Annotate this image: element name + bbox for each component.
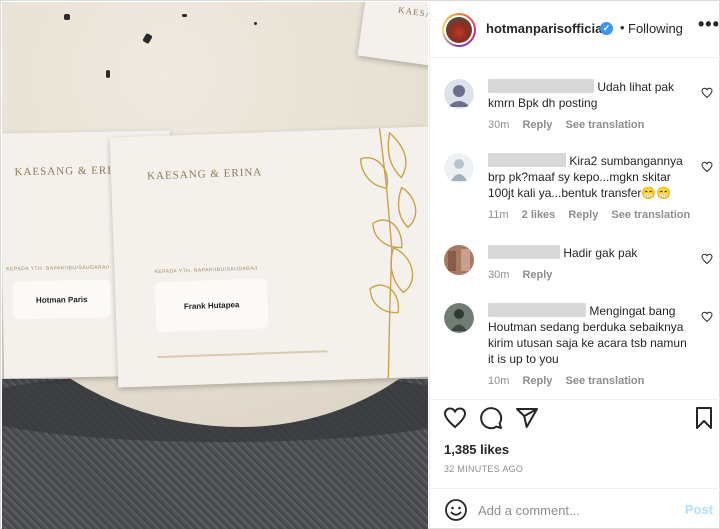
card-names: KAESANG & ERINA (146, 166, 263, 183)
post-photo[interactable]: KAESANG KAESANG & ERINA KEPADA YTH. BAPA… (2, 2, 428, 529)
comment-item: Hadir gak pak 30m Reply (430, 243, 720, 287)
comment-time: 30m (488, 269, 510, 281)
comment-meta: 30m Reply (488, 269, 562, 281)
header-separator: • (620, 20, 625, 35)
commenter-avatar[interactable] (444, 153, 474, 183)
more-options-icon[interactable]: ••• (698, 14, 720, 35)
card-kepada: KEPADA YTH. BAPAK/IBU/SAUDARA/I (6, 264, 110, 273)
comment-meta: 30m Reply See translation (488, 119, 654, 131)
blurred-username (488, 79, 594, 93)
heart-icon[interactable] (443, 406, 467, 430)
comment-item: Udah lihat pak kmrn Bpk dh posting 30m R… (430, 77, 720, 137)
comment-icon[interactable] (479, 406, 503, 430)
comment-item: Mengingat bang Houtman sedang berduka se… (430, 303, 720, 393)
gold-floral-icon (359, 128, 417, 379)
heart-icon[interactable] (701, 87, 713, 99)
card-recipient: Frank Hutapea (154, 278, 269, 333)
likes-count[interactable]: 1,385 likes (444, 442, 509, 457)
card-kepada: KEPADA YTH. BAPAK/IBU/SAUDARA/I (154, 265, 259, 276)
verified-badge-icon: ✓ (600, 22, 613, 35)
commenter-avatar[interactable] (444, 79, 474, 109)
commenter-avatar[interactable] (444, 303, 474, 333)
heart-icon[interactable] (701, 161, 713, 173)
card-footer-line (157, 350, 328, 359)
see-translation-button[interactable]: See translation (566, 119, 645, 131)
add-comment-bar: Post (430, 488, 720, 529)
blurred-username (488, 153, 566, 167)
action-bar (430, 399, 720, 437)
username-link[interactable]: hotmanparisofficial (486, 21, 606, 36)
blurred-username (488, 303, 586, 317)
comment-item: Kira2 sumbangannya brp pk?maaf sy kepo..… (430, 151, 720, 227)
reply-button[interactable]: Reply (522, 375, 552, 387)
reply-button[interactable]: Reply (522, 269, 552, 281)
comment-meta: 11m 2 likes Reply See translation (488, 209, 700, 221)
comment-time: 30m (488, 119, 510, 131)
see-translation-button[interactable]: See translation (566, 375, 645, 387)
invitation-card-main: KAESANG & ERINA KEPADA YTH. BAPAK/IBU/SA… (109, 126, 428, 388)
table-speck (182, 14, 187, 17)
instagram-post-frame: KAESANG KAESANG & ERINA KEPADA YTH. BAPA… (0, 0, 720, 529)
blurred-username (488, 245, 560, 259)
emoji-icon[interactable] (444, 498, 468, 522)
comment-body: Mengingat bang Houtman sedang berduka se… (488, 303, 688, 367)
bookmark-icon[interactable] (692, 406, 716, 430)
card-recipient: Hotman Paris (12, 279, 112, 320)
add-comment-input[interactable] (478, 499, 678, 521)
reply-button[interactable]: Reply (522, 119, 552, 131)
comment-likes[interactable]: 2 likes (522, 209, 556, 221)
comment-text: Hadir gak pak (563, 246, 638, 260)
comment-body: Hadir gak pak (488, 245, 688, 261)
post-button[interactable]: Post (685, 502, 713, 517)
post-side-panel: hotmanparisofficial ✓ • Following ••• Ud… (429, 2, 720, 529)
card-names: KAESANG (397, 4, 428, 22)
profile-avatar[interactable] (442, 13, 476, 47)
comments-list[interactable]: Udah lihat pak kmrn Bpk dh posting 30m R… (430, 59, 720, 399)
following-button[interactable]: Following (628, 21, 683, 36)
comment-body: Kira2 sumbangannya brp pk?maaf sy kepo..… (488, 153, 688, 201)
profile-picture (446, 17, 472, 43)
heart-icon[interactable] (701, 311, 713, 323)
comment-time: 11m (488, 209, 509, 221)
table-speck (106, 70, 110, 78)
see-translation-button[interactable]: See translation (611, 209, 690, 221)
comment-body: Udah lihat pak kmrn Bpk dh posting (488, 79, 688, 111)
commenter-avatar[interactable] (444, 245, 474, 275)
share-icon[interactable] (515, 406, 539, 430)
table-speck (64, 14, 70, 20)
comment-meta: 10m Reply See translation (488, 375, 654, 387)
heart-icon[interactable] (701, 253, 713, 265)
table-speck (254, 22, 257, 25)
post-timestamp: 32 MINUTES AGO (444, 464, 524, 474)
comment-time: 10m (488, 375, 510, 387)
post-header: hotmanparisofficial ✓ • Following ••• (430, 2, 720, 58)
reply-button[interactable]: Reply (568, 209, 598, 221)
